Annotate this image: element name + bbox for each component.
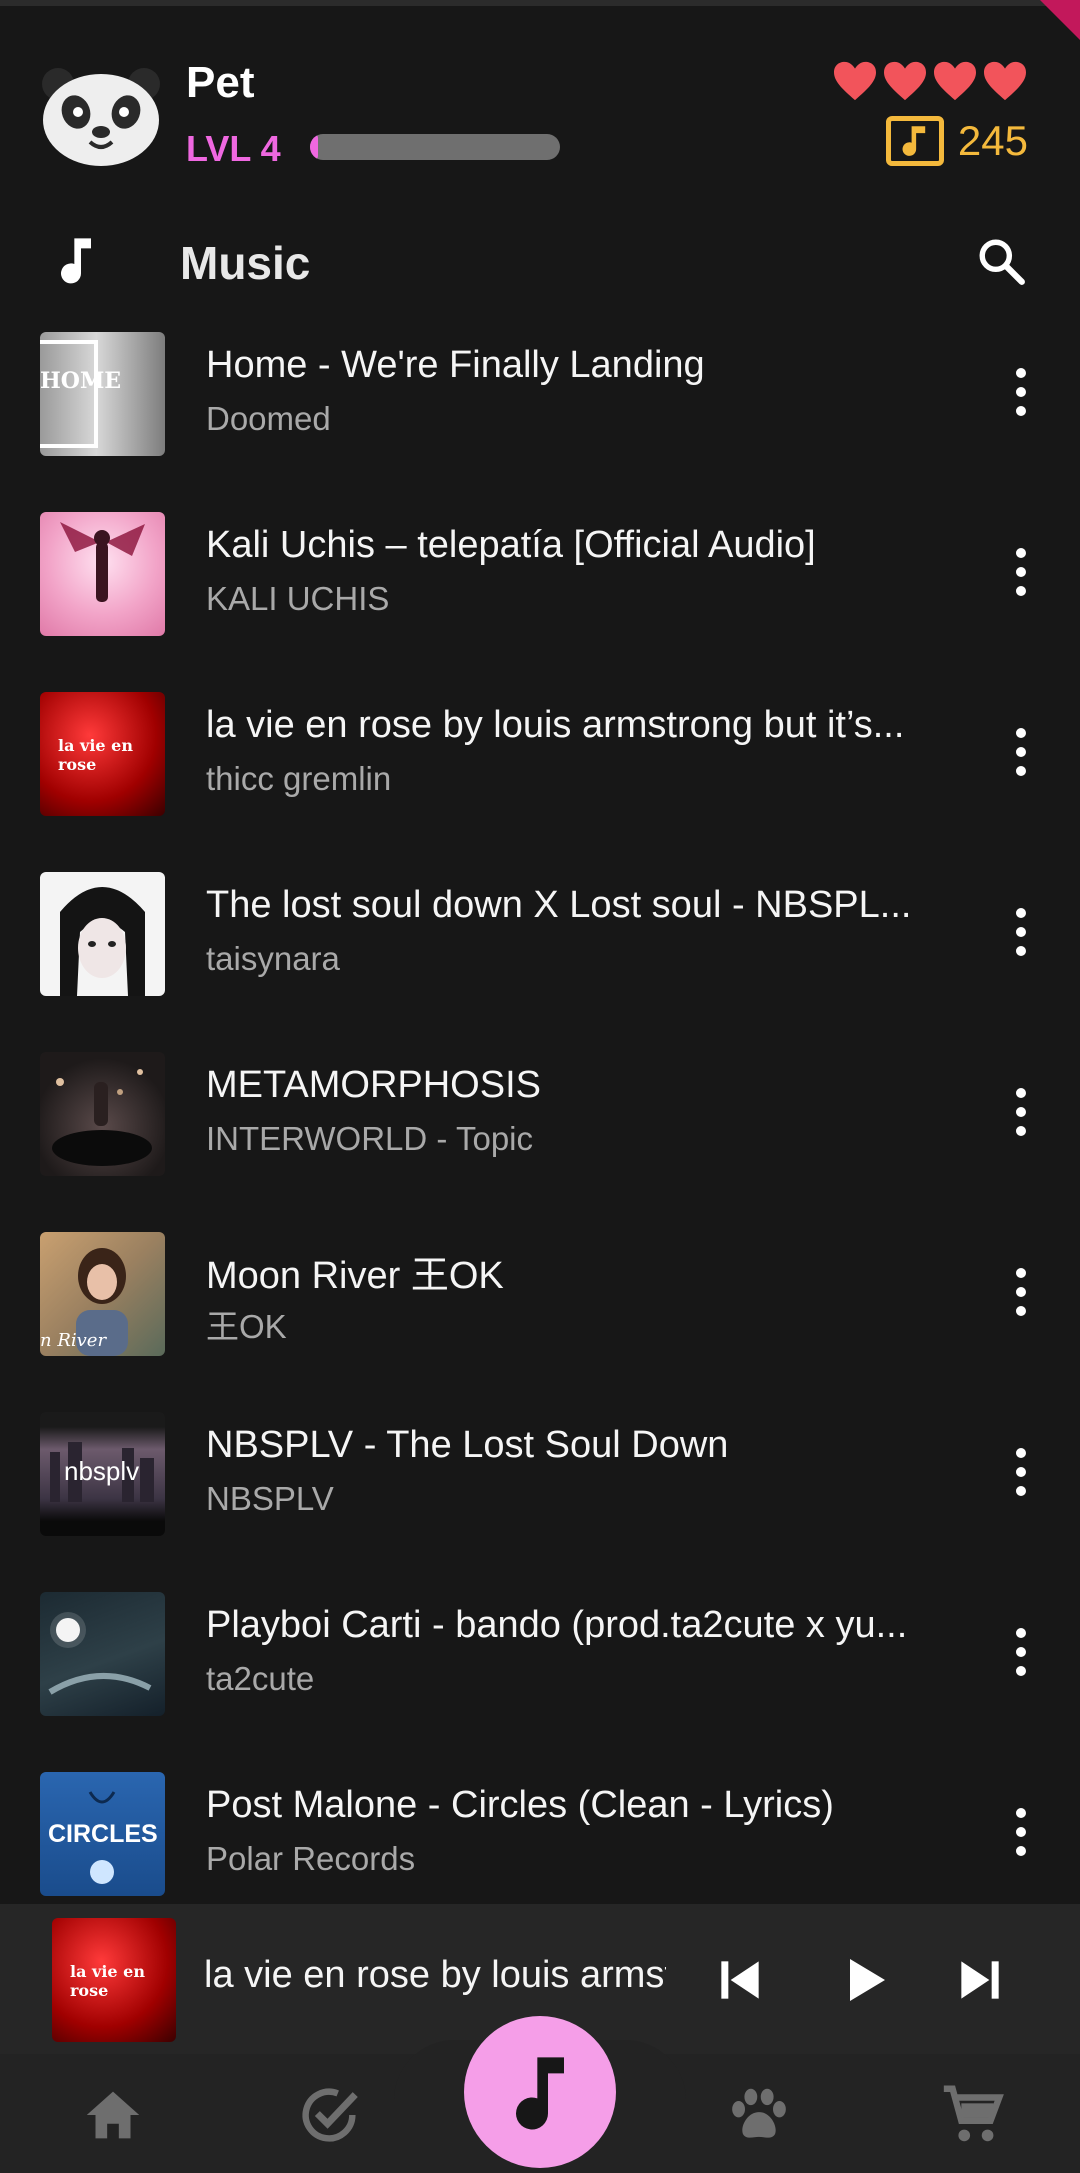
track-artist: 王OK bbox=[206, 1308, 287, 1345]
xp-progress-fill bbox=[310, 134, 318, 160]
track-thumbnail: nbsplv bbox=[40, 1412, 165, 1536]
track-thumbnail bbox=[40, 1592, 165, 1716]
track-title: METAMORPHOSIS bbox=[206, 1064, 541, 1106]
pet-name: Pet bbox=[186, 58, 255, 107]
more-options-button[interactable] bbox=[1010, 368, 1032, 416]
next-button[interactable] bbox=[952, 1952, 1008, 2008]
track-thumbnail: la vie en rose bbox=[40, 692, 165, 816]
track-artist: INTERWORLD - Topic bbox=[206, 1120, 534, 1157]
heart-icon bbox=[834, 61, 876, 101]
nav-pet-button[interactable] bbox=[724, 2080, 794, 2150]
skip-next-icon bbox=[961, 1961, 999, 1999]
cart-icon bbox=[943, 2085, 1004, 2142]
search-icon bbox=[979, 239, 1025, 285]
track-artist: NBSPLV bbox=[206, 1480, 334, 1517]
more-options-button[interactable] bbox=[1010, 908, 1032, 956]
track-row[interactable]: nbsplv NBSPLV - The Lost Soul Down NBSPL… bbox=[0, 1410, 1080, 1590]
track-title: Home - We're Finally Landing bbox=[206, 344, 705, 386]
previous-button[interactable] bbox=[712, 1952, 768, 2008]
more-options-button[interactable] bbox=[1010, 1448, 1032, 1496]
play-button[interactable] bbox=[836, 1952, 892, 2008]
track-artist: Doomed bbox=[206, 400, 331, 437]
skip-previous-icon bbox=[721, 1961, 759, 1999]
music-note-icon bbox=[56, 235, 96, 285]
more-options-button[interactable] bbox=[1010, 1268, 1032, 1316]
track-thumbnail: HOME bbox=[40, 332, 165, 456]
coin-balance: 245 bbox=[885, 116, 1028, 166]
track-row[interactable]: METAMORPHOSIS INTERWORLD - Topic bbox=[0, 1050, 1080, 1230]
track-thumbnail bbox=[40, 1052, 165, 1176]
track-artist: taisynara bbox=[206, 940, 340, 977]
status-line bbox=[0, 0, 1080, 6]
track-row[interactable]: Kali Uchis – telepatía [Official Audio] … bbox=[0, 510, 1080, 690]
heart-icon bbox=[984, 61, 1026, 101]
heart-icon bbox=[884, 61, 926, 101]
home-icon bbox=[86, 2091, 140, 2139]
pet-level: LVL 4 bbox=[186, 128, 281, 169]
check-circle-icon bbox=[302, 2088, 358, 2142]
nav-tasks-button[interactable] bbox=[294, 2080, 364, 2150]
paw-icon bbox=[732, 2088, 786, 2138]
track-row[interactable]: la vie en rose la vie en rose by louis a… bbox=[0, 690, 1080, 870]
track-title: Kali Uchis – telepatía [Official Audio] bbox=[206, 524, 816, 566]
music-note-icon bbox=[516, 2057, 564, 2130]
more-options-button[interactable] bbox=[1010, 728, 1032, 776]
pet-avatar-panda[interactable] bbox=[40, 62, 162, 168]
more-options-button[interactable] bbox=[1010, 1088, 1032, 1136]
track-title: Playboi Carti - bando (prod.ta2cute x yu… bbox=[206, 1604, 908, 1646]
track-title: Post Malone - Circles (Clean - Lyrics) bbox=[206, 1784, 834, 1826]
track-title: The lost soul down X Lost soul - NBSPL..… bbox=[206, 884, 912, 926]
nav-home-button[interactable] bbox=[78, 2080, 148, 2150]
track-artist: Polar Records bbox=[206, 1840, 416, 1877]
music-coin-icon bbox=[885, 116, 944, 166]
health-hearts bbox=[832, 60, 1028, 102]
track-artist: thicc gremlin bbox=[206, 760, 392, 797]
track-list: HOME Home - We're Finally Landing Doomed… bbox=[0, 330, 1080, 1950]
play-icon bbox=[850, 1959, 885, 2001]
track-thumbnail: n River bbox=[40, 1232, 165, 1356]
track-row[interactable]: The lost soul down X Lost soul - NBSPL..… bbox=[0, 870, 1080, 1050]
track-thumbnail bbox=[40, 872, 165, 996]
more-options-button[interactable] bbox=[1010, 1628, 1032, 1676]
nav-music-button[interactable] bbox=[464, 2016, 616, 2168]
nav-shop-button[interactable] bbox=[938, 2080, 1008, 2150]
track-thumbnail bbox=[40, 512, 165, 636]
track-row[interactable]: n River Moon River 王OK 王OK bbox=[0, 1230, 1080, 1410]
more-options-button[interactable] bbox=[1010, 548, 1032, 596]
more-options-button[interactable] bbox=[1010, 1808, 1032, 1856]
track-title: NBSPLV - The Lost Soul Down bbox=[206, 1424, 729, 1466]
track-title: Moon River 王OK bbox=[206, 1255, 504, 1297]
heart-icon bbox=[934, 61, 976, 101]
now-playing-thumbnail: la vie en rose bbox=[52, 1918, 176, 2042]
debug-corner-ribbon bbox=[1040, 0, 1080, 40]
track-artist: KALI UCHIS bbox=[206, 580, 390, 617]
page-title: Music bbox=[180, 237, 311, 289]
track-row[interactable]: HOME Home - We're Finally Landing Doomed bbox=[0, 330, 1080, 510]
xp-progress-bar bbox=[310, 134, 560, 160]
search-button[interactable] bbox=[976, 236, 1026, 286]
coin-count: 245 bbox=[957, 117, 1028, 164]
track-thumbnail: CIRCLES bbox=[40, 1772, 165, 1896]
track-artist: ta2cute bbox=[206, 1660, 315, 1697]
track-row[interactable]: Playboi Carti - bando (prod.ta2cute x yu… bbox=[0, 1590, 1080, 1770]
track-title: la vie en rose by louis armstrong but it… bbox=[206, 704, 905, 746]
now-playing-title: la vie en rose by louis armstrong but it… bbox=[204, 1954, 666, 1996]
